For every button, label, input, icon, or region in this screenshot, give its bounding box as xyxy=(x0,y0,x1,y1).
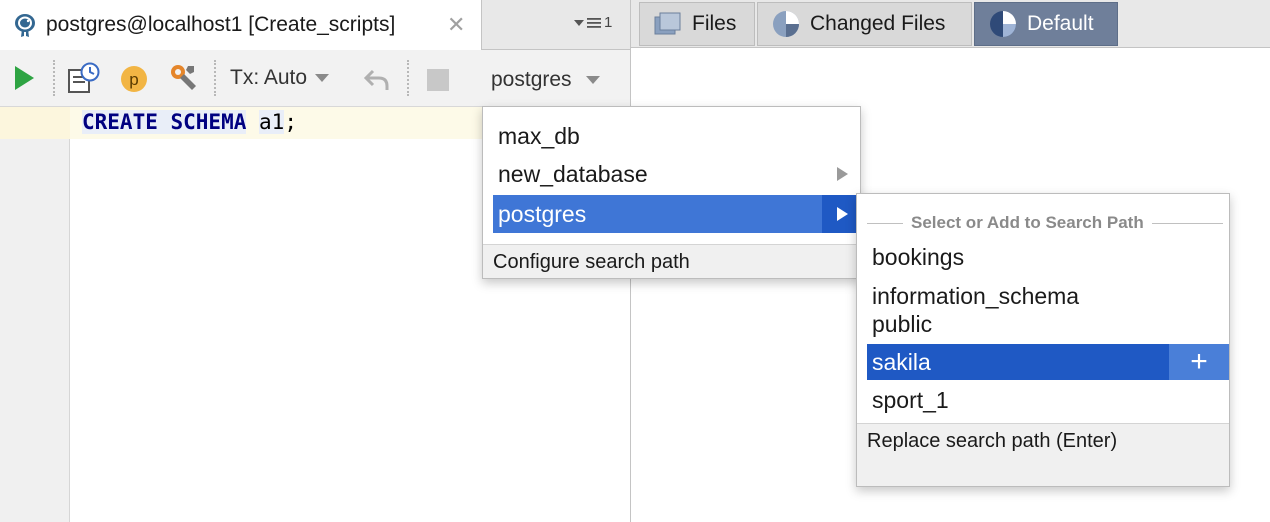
stop-icon xyxy=(427,69,449,91)
tab-count: 1 xyxy=(604,14,613,31)
submenu-arrow-icon xyxy=(837,167,848,181)
transaction-mode-dropdown[interactable]: Tx: Auto xyxy=(230,66,330,90)
console-toolbar: p Tx: Auto postgres xyxy=(0,50,630,107)
toolbar-separator xyxy=(214,60,216,96)
tab-list-button[interactable]: 1 xyxy=(574,14,612,31)
rollback-icon xyxy=(363,69,389,90)
profile-letter: p xyxy=(129,70,138,89)
db-item-label: max_db xyxy=(498,122,580,149)
settings-button[interactable] xyxy=(165,61,201,95)
ide-window: postgres@localhost1 [Create_scripts] ✕ 1 xyxy=(0,0,1270,522)
schema-item-label: sport_1 xyxy=(872,386,949,413)
query-history-button[interactable] xyxy=(66,61,102,95)
db-item-label: new_database xyxy=(498,160,648,187)
schema-item-sakila[interactable]: sakila + xyxy=(867,344,1229,380)
profile-button[interactable]: p xyxy=(119,64,149,94)
editor-tab-title: postgres@localhost1 [Create_scripts] xyxy=(46,13,396,36)
rollback-button[interactable] xyxy=(362,66,392,94)
header-divider xyxy=(1151,222,1223,224)
replace-search-path-hint[interactable]: Replace search path (Enter) xyxy=(857,423,1229,486)
search-path-popup: Select or Add to Search Path bookings in… xyxy=(856,193,1230,487)
editor-tab[interactable]: postgres@localhost1 [Create_scripts] ✕ xyxy=(0,0,482,50)
right-tab-bar: Files Changed Files Default xyxy=(631,0,1270,48)
tab-default-label: Default xyxy=(1027,12,1094,35)
sql-keyword: CREATE SCHEMA xyxy=(82,110,247,134)
schema-item-sport-1[interactable]: sport_1 xyxy=(867,382,1229,418)
configure-search-path[interactable]: Configure search path xyxy=(483,244,860,278)
pie-chart-icon xyxy=(990,11,1016,37)
submenu-arrow-icon xyxy=(837,207,848,221)
schema-item-label: sakila xyxy=(872,348,931,375)
search-path-header: Select or Add to Search Path xyxy=(867,212,1223,234)
query-history-icon xyxy=(68,62,100,93)
toolbar-separator xyxy=(53,60,55,96)
tab-list-icon xyxy=(587,17,601,28)
db-item-label: postgres xyxy=(498,200,587,227)
run-icon xyxy=(15,66,34,90)
tab-changed-files[interactable]: Changed Files xyxy=(757,2,972,46)
sql-terminator: ; xyxy=(284,110,297,134)
chevron-down-icon xyxy=(585,76,600,84)
pie-chart-icon xyxy=(773,11,799,37)
db-item-new-database[interactable]: new_database xyxy=(493,155,858,193)
postgresql-elephant-icon xyxy=(15,14,35,37)
schema-item-label: bookings xyxy=(872,243,965,270)
profile-icon: p xyxy=(121,66,147,92)
chevron-down-icon xyxy=(574,19,584,26)
schema-item-bookings[interactable]: bookings xyxy=(867,239,1229,275)
transaction-mode-label: Tx: Auto xyxy=(230,66,308,89)
schema-selector[interactable]: postgres xyxy=(491,68,600,92)
run-button[interactable] xyxy=(10,63,38,93)
gutter-current-line xyxy=(0,107,70,139)
close-tab-icon[interactable]: ✕ xyxy=(447,12,465,38)
schema-item-label: public xyxy=(872,310,933,337)
search-path-header-label: Select or Add to Search Path xyxy=(911,213,1144,232)
chevron-down-icon xyxy=(315,74,330,82)
sql-identifier: a1 xyxy=(259,110,285,134)
tab-files-label: Files xyxy=(692,12,737,35)
tab-changed-files-label: Changed Files xyxy=(810,12,946,35)
db-item-max-db[interactable]: max_db xyxy=(493,117,858,155)
stop-button[interactable] xyxy=(425,67,451,93)
code-line[interactable]: CREATE SCHEMA a1; xyxy=(82,110,297,134)
db-item-postgres[interactable]: postgres xyxy=(493,195,858,233)
settings-wrench-icon xyxy=(171,65,196,90)
schema-item-public[interactable]: public xyxy=(867,306,1229,342)
tab-default[interactable]: Default xyxy=(974,2,1118,46)
header-divider xyxy=(867,222,903,224)
database-popup: max_db new_database postgres Configure s… xyxy=(482,106,861,279)
toolbar-separator xyxy=(407,60,409,96)
editor-tab-bar: postgres@localhost1 [Create_scripts] ✕ 1 xyxy=(0,0,630,50)
add-to-search-path-button[interactable]: + xyxy=(1169,344,1229,380)
editor-gutter xyxy=(0,107,70,522)
schema-selector-value: postgres xyxy=(491,68,572,91)
files-icon xyxy=(654,12,681,35)
tab-files[interactable]: Files xyxy=(639,2,755,46)
